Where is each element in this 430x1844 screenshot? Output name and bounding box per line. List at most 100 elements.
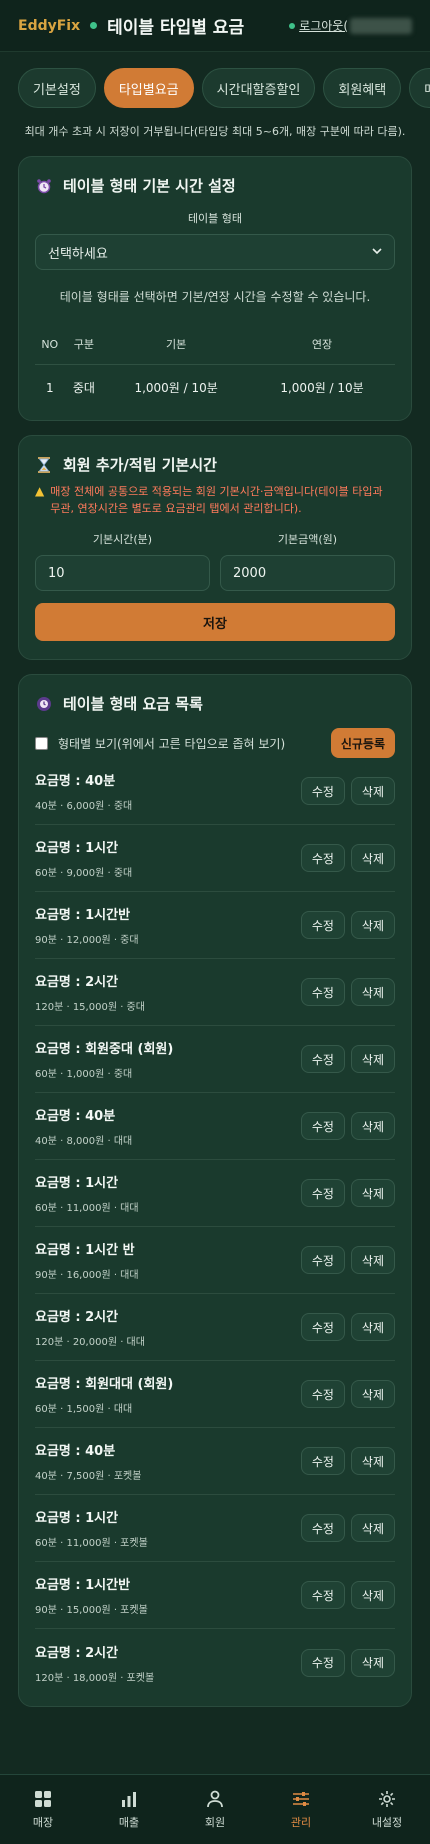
nav-store[interactable]: 매장 xyxy=(0,1775,86,1844)
rate-detail: 40분 · 6,000원 · 중대 xyxy=(35,801,133,812)
rate-detail: 60분 · 11,000원 · 포켓볼 xyxy=(35,1538,148,1549)
edit-button[interactable]: 수정 xyxy=(300,911,345,939)
gear-icon xyxy=(379,1790,395,1807)
base-price-input[interactable]: 2000 xyxy=(220,555,395,591)
tab-type-rates[interactable]: 타입별요금 xyxy=(103,68,194,108)
member-time-card: 회원 추가/적립 기본시간 ▲ 매장 전체에 공통으로 적용되는 회원 기본시간… xyxy=(18,435,412,660)
base-time-table: NO 구분 기본 연장 1 중대 1,000원 / 10분 1,000원 / 1… xyxy=(35,328,395,402)
delete-button[interactable]: 삭제 xyxy=(350,777,395,805)
logout-link[interactable]: 로그아웃( xyxy=(299,17,348,34)
rate-detail: 120분 · 15,000원 · 중대 xyxy=(35,1002,145,1013)
table-type-label: 테이블 형태 xyxy=(187,212,243,225)
list-item: 요금명 : 40분 40분 · 8,000원 · 대대 수정 삭제 xyxy=(35,1093,395,1160)
edit-button[interactable]: 수정 xyxy=(300,1246,345,1274)
edit-button[interactable]: 수정 xyxy=(300,844,345,872)
tab-more[interactable]: 매 xyxy=(409,68,430,108)
filter-label[interactable]: 형태별 보기(위에서 고른 타입으로 좁혀 보기) xyxy=(58,735,285,752)
rate-detail: 90분 · 16,000원 · 대대 xyxy=(35,1270,139,1281)
bar-chart-icon xyxy=(122,1791,136,1807)
edit-button[interactable]: 수정 xyxy=(300,1380,345,1408)
bottom-nav: 매장 매출 회원 관리 내설정 xyxy=(0,1774,430,1844)
delete-button[interactable]: 삭제 xyxy=(350,1313,395,1341)
page-title: 테이블 타입별 요금 xyxy=(107,18,245,38)
edit-button[interactable]: 수정 xyxy=(300,1581,345,1609)
delete-button[interactable]: 삭제 xyxy=(350,1514,395,1542)
nav-sales[interactable]: 매출 xyxy=(86,1775,172,1844)
rate-name: 요금명 : 1시간 xyxy=(35,1511,119,1526)
rate-name: 요금명 : 회원중대 (회원) xyxy=(35,1042,174,1057)
edit-button[interactable]: 수정 xyxy=(300,1313,345,1341)
nav-members[interactable]: 회원 xyxy=(172,1775,258,1844)
delete-button[interactable]: 삭제 xyxy=(350,1447,395,1475)
list-item: 요금명 : 2시간 120분 · 20,000원 · 대대 수정 삭제 xyxy=(35,1294,395,1361)
delete-button[interactable]: 삭제 xyxy=(350,911,395,939)
rate-name: 요금명 : 40분 xyxy=(35,1444,116,1459)
list-item: 요금명 : 2시간 120분 · 15,000원 · 중대 수정 삭제 xyxy=(35,959,395,1026)
brand-logo[interactable]: EddyFix xyxy=(18,18,80,34)
new-rate-button[interactable]: 신규등록 xyxy=(330,728,395,758)
timer-icon xyxy=(35,695,53,713)
rate-detail: 60분 · 1,000원 · 중대 xyxy=(35,1069,133,1080)
nav-my-settings[interactable]: 내설정 xyxy=(344,1775,430,1844)
delete-button[interactable]: 삭제 xyxy=(350,978,395,1006)
edit-button[interactable]: 수정 xyxy=(300,1045,345,1073)
list-item: 요금명 : 40분 40분 · 6,000원 · 중대 수정 삭제 xyxy=(35,758,395,825)
edit-button[interactable]: 수정 xyxy=(300,978,345,1006)
table-type-select[interactable]: 선택하세요 xyxy=(35,234,395,270)
rate-detail: 60분 · 9,000원 · 중대 xyxy=(35,868,133,879)
edit-button[interactable]: 수정 xyxy=(300,1514,345,1542)
delete-button[interactable]: 삭제 xyxy=(350,1380,395,1408)
rate-name: 요금명 : 2시간 xyxy=(35,975,119,990)
rate-name: 요금명 : 1시간반 xyxy=(35,908,131,923)
filter-checkbox[interactable] xyxy=(35,736,48,750)
list-item: 요금명 : 1시간반 90분 · 12,000원 · 중대 수정 삭제 xyxy=(35,892,395,959)
tab-basic-settings[interactable]: 기본설정 xyxy=(18,68,96,108)
card-title: 회원 추가/적립 기본시간 xyxy=(35,454,395,475)
edit-button[interactable]: 수정 xyxy=(300,1179,345,1207)
hourglass-icon xyxy=(35,456,53,474)
tab-bar: 기본설정 타입별요금 시간대할증할인 회원혜택 매 xyxy=(0,52,430,108)
delete-button[interactable]: 삭제 xyxy=(350,1246,395,1274)
delete-button[interactable]: 삭제 xyxy=(350,1045,395,1073)
rate-list-card: 테이블 형태 요금 목록 형태별 보기(위에서 고른 타입으로 좁혀 보기) 신… xyxy=(18,674,412,1707)
column-header-no: NO xyxy=(35,328,65,365)
delete-button[interactable]: 삭제 xyxy=(350,1648,395,1677)
redacted-username xyxy=(350,17,412,34)
rate-name: 요금명 : 1시간 반 xyxy=(35,1243,135,1258)
rate-name: 요금명 : 40분 xyxy=(35,774,116,789)
list-item: 요금명 : 1시간 60분 · 11,000원 · 포켓볼 수정 삭제 xyxy=(35,1495,395,1562)
column-header-extension: 연장 xyxy=(249,328,395,365)
delete-button[interactable]: 삭제 xyxy=(350,1112,395,1140)
edit-button[interactable]: 수정 xyxy=(300,1648,345,1677)
column-header-base: 기본 xyxy=(103,328,250,365)
edit-button[interactable]: 수정 xyxy=(300,1112,345,1140)
tab-time-surcharge[interactable]: 시간대할증할인 xyxy=(201,68,316,108)
alarm-clock-icon xyxy=(35,177,53,195)
card-title: 테이블 형태 요금 목록 xyxy=(35,693,395,714)
rate-detail: 90분 · 15,000원 · 포켓볼 xyxy=(35,1605,148,1616)
nav-manage[interactable]: 관리 xyxy=(258,1775,344,1844)
edit-button[interactable]: 수정 xyxy=(300,1447,345,1475)
table-row[interactable]: 1 중대 1,000원 / 10분 1,000원 / 10분 xyxy=(35,365,395,403)
select-hint: 테이블 형태를 선택하면 기본/연장 시간을 수정할 수 있습니다. xyxy=(59,290,371,304)
delete-button[interactable]: 삭제 xyxy=(350,1179,395,1207)
warning-icon: ▲ xyxy=(35,484,45,498)
person-icon xyxy=(207,1790,223,1807)
rate-detail: 60분 · 11,000원 · 대대 xyxy=(35,1203,139,1214)
tab-member-benefits[interactable]: 회원혜택 xyxy=(323,68,402,108)
rate-detail: 60분 · 1,500원 · 대대 xyxy=(35,1404,133,1415)
member-fields: 기본시간(분) 10 기본금액(원) 2000 xyxy=(35,527,395,591)
rate-detail: 120분 · 20,000원 · 대대 xyxy=(35,1337,145,1348)
edit-button[interactable]: 수정 xyxy=(300,777,345,805)
status-dot xyxy=(90,22,98,29)
base-time-input[interactable]: 10 xyxy=(35,555,210,591)
column-header-category: 구분 xyxy=(64,328,104,365)
grid-icon xyxy=(35,1790,51,1807)
save-button[interactable]: 저장 xyxy=(35,603,395,641)
rate-detail: 40분 · 8,000원 · 대대 xyxy=(35,1136,133,1147)
rate-name: 요금명 : 40분 xyxy=(35,1109,116,1124)
delete-button[interactable]: 삭제 xyxy=(350,1581,395,1609)
app-header: EddyFix 테이블 타입별 요금 로그아웃( xyxy=(0,0,430,52)
list-item: 요금명 : 1시간반 90분 · 15,000원 · 포켓볼 수정 삭제 xyxy=(35,1562,395,1629)
delete-button[interactable]: 삭제 xyxy=(350,844,395,872)
